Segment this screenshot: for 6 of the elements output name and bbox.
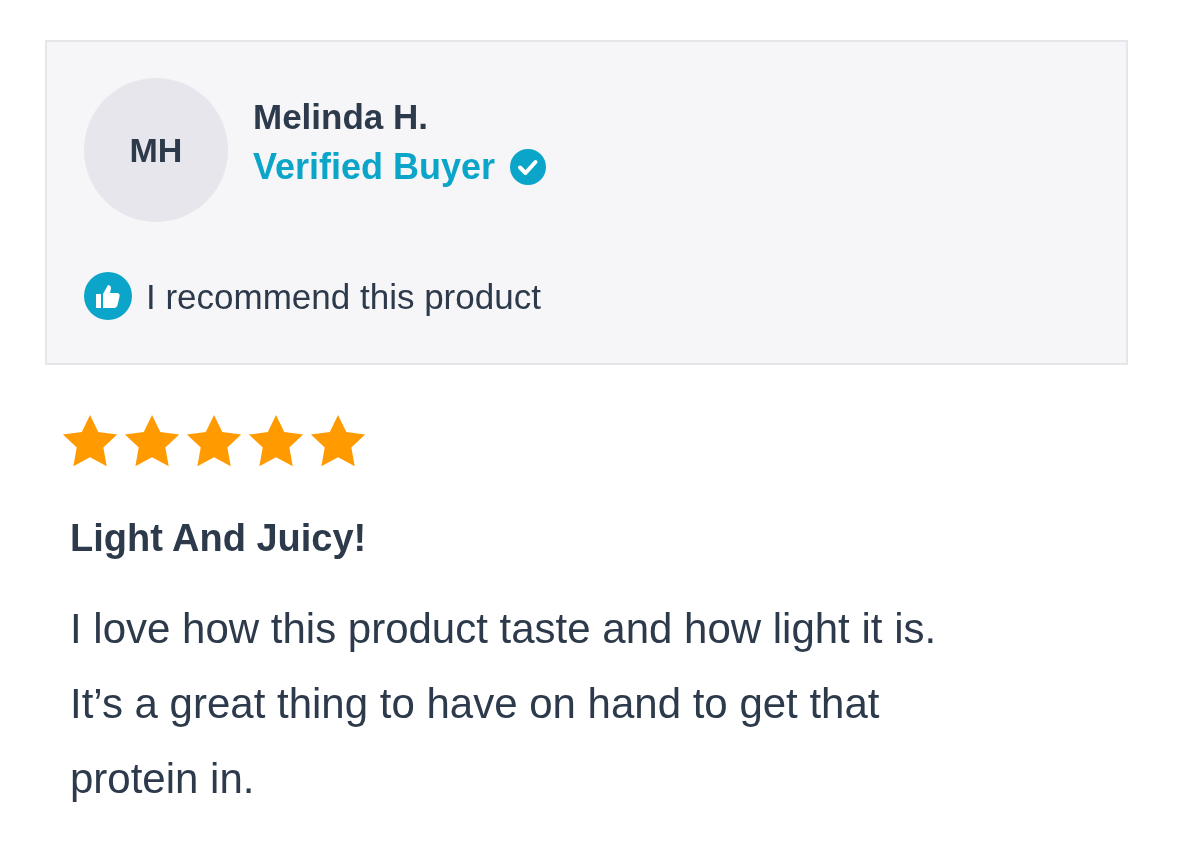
recommendation-text: I recommend this product — [146, 278, 541, 314]
avatar: MH — [84, 78, 228, 222]
verified-label: Verified Buyer — [253, 148, 496, 185]
review-title: Light And Juicy! — [70, 519, 368, 557]
review-body: I love how this product taste and how light it is. It’s a great thing to have on hand to get that protein in. — [70, 604, 938, 804]
reviewer-name: Melinda H. — [253, 98, 430, 134]
